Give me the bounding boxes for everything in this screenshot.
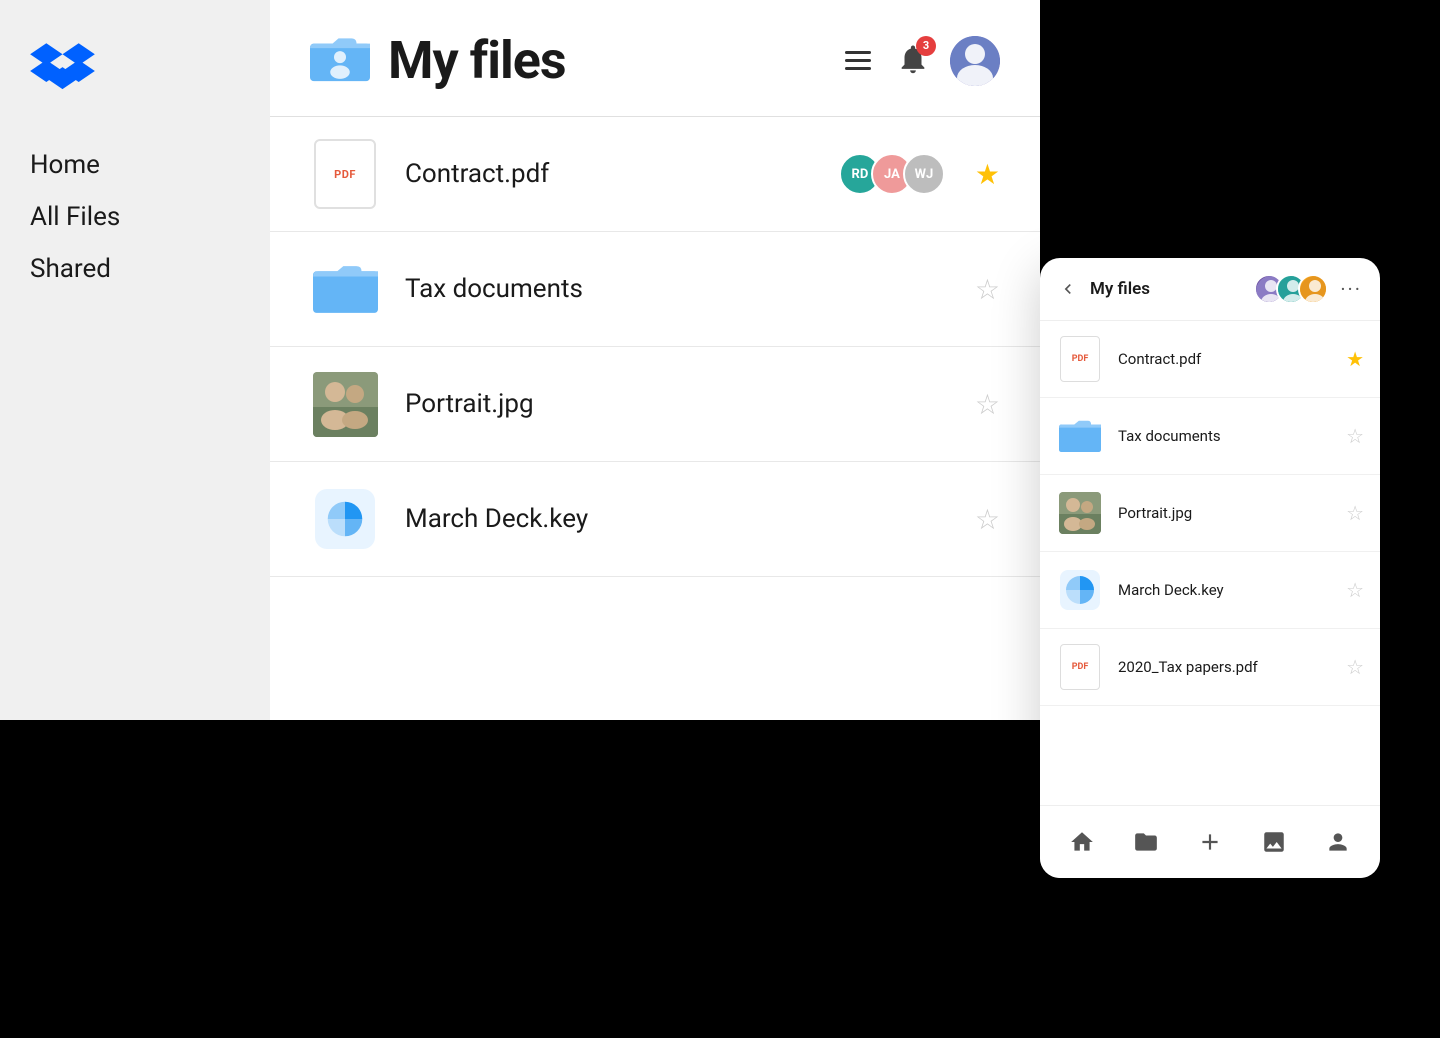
panel-file-name-contract: Contract.pdf	[1118, 350, 1346, 368]
panel-back-button[interactable]	[1058, 279, 1078, 299]
file-icon-march	[310, 484, 380, 554]
panel-keynote	[1060, 570, 1100, 610]
panel-file-item-tax[interactable]: Tax documents ☆	[1040, 398, 1380, 475]
panel-header: My files	[1040, 258, 1380, 321]
keynote-icon	[315, 489, 375, 549]
file-avatars-contract: RD JA WJ	[839, 153, 945, 195]
panel-file-item-contract[interactable]: PDF Contract.pdf ★	[1040, 321, 1380, 398]
file-item-contract[interactable]: PDF Contract.pdf RD JA WJ ★	[270, 117, 1040, 232]
user-avatar[interactable]	[950, 36, 1000, 86]
sidebar-item-home[interactable]: Home	[30, 149, 240, 183]
header-left: My files	[310, 30, 566, 91]
panel-file-name-tax2: 2020_Tax papers.pdf	[1118, 658, 1346, 676]
notification-badge: 3	[916, 36, 936, 56]
main-header: My files 3	[270, 0, 1040, 116]
panel-portrait-thumbnail	[1059, 492, 1101, 534]
panel-file-name-tax: Tax documents	[1118, 427, 1346, 445]
panel-portrait-icon	[1056, 489, 1104, 537]
sidebar: Home All Files Shared	[0, 0, 270, 720]
panel-star-contract[interactable]: ★	[1346, 347, 1364, 371]
mobile-panel: My files	[1040, 258, 1380, 878]
panel-nav-home[interactable]	[1060, 820, 1104, 864]
panel-file-list: PDF Contract.pdf ★ Tax documents ☆	[1040, 321, 1380, 805]
panel-file-name-march: March Deck.key	[1118, 581, 1346, 599]
file-icon-portrait	[310, 369, 380, 439]
file-name-contract: Contract.pdf	[405, 159, 839, 189]
panel-nav-add[interactable]	[1188, 820, 1232, 864]
panel-star-march[interactable]: ☆	[1346, 578, 1364, 602]
panel-pdf-icon-tax2: PDF	[1056, 643, 1104, 691]
menu-button[interactable]	[840, 46, 876, 75]
panel-file-item-tax2[interactable]: PDF 2020_Tax papers.pdf ☆	[1040, 629, 1380, 706]
panel-keynote-icon-march	[1056, 566, 1104, 614]
panel-avatars	[1254, 274, 1328, 304]
star-portrait[interactable]: ☆	[975, 388, 1000, 421]
file-icon-tax	[310, 254, 380, 324]
file-item-march[interactable]: March Deck.key ☆	[270, 462, 1040, 577]
file-item-tax[interactable]: Tax documents ☆	[270, 232, 1040, 347]
logo[interactable]	[30, 40, 240, 99]
panel-file-item-portrait[interactable]: Portrait.jpg ☆	[1040, 475, 1380, 552]
star-contract[interactable]: ★	[975, 158, 1000, 191]
panel-more-button[interactable]: ···	[1340, 277, 1362, 301]
panel-star-tax[interactable]: ☆	[1346, 424, 1364, 448]
panel-star-tax2[interactable]: ☆	[1346, 655, 1364, 679]
avatar-image	[950, 36, 1000, 86]
panel-file-name-portrait: Portrait.jpg	[1118, 504, 1346, 522]
panel-nav-person[interactable]	[1316, 820, 1360, 864]
panel-pdf-icon-contract: PDF	[1056, 335, 1104, 383]
notification-button[interactable]: 3	[896, 42, 930, 80]
file-name-tax: Tax documents	[405, 274, 975, 304]
file-item-portrait[interactable]: Portrait.jpg ☆	[270, 347, 1040, 462]
sidebar-item-all-files[interactable]: All Files	[30, 201, 240, 235]
file-name-portrait: Portrait.jpg	[405, 389, 975, 419]
main-content: My files 3	[270, 0, 1040, 720]
panel-bottom-nav	[1040, 805, 1380, 878]
panel-nav-image[interactable]	[1252, 820, 1296, 864]
avatar-wj: WJ	[903, 153, 945, 195]
sidebar-item-shared[interactable]: Shared	[30, 253, 240, 287]
star-march[interactable]: ☆	[975, 503, 1000, 536]
panel-star-portrait[interactable]: ☆	[1346, 501, 1364, 525]
panel-folder-icon-tax	[1056, 412, 1104, 460]
panel-avatar-3	[1298, 274, 1328, 304]
file-name-march: March Deck.key	[405, 504, 975, 534]
page-title: My files	[388, 30, 566, 91]
header-right: 3	[840, 36, 1000, 86]
star-tax[interactable]: ☆	[975, 273, 1000, 306]
file-icon-contract: PDF	[310, 139, 380, 209]
panel-file-item-march[interactable]: March Deck.key ☆	[1040, 552, 1380, 629]
portrait-thumbnail	[313, 372, 378, 437]
panel-title: My files	[1090, 279, 1254, 299]
pdf-icon: PDF	[314, 139, 376, 209]
folder-icon-main	[310, 33, 370, 89]
panel-nav-folder[interactable]	[1124, 820, 1168, 864]
